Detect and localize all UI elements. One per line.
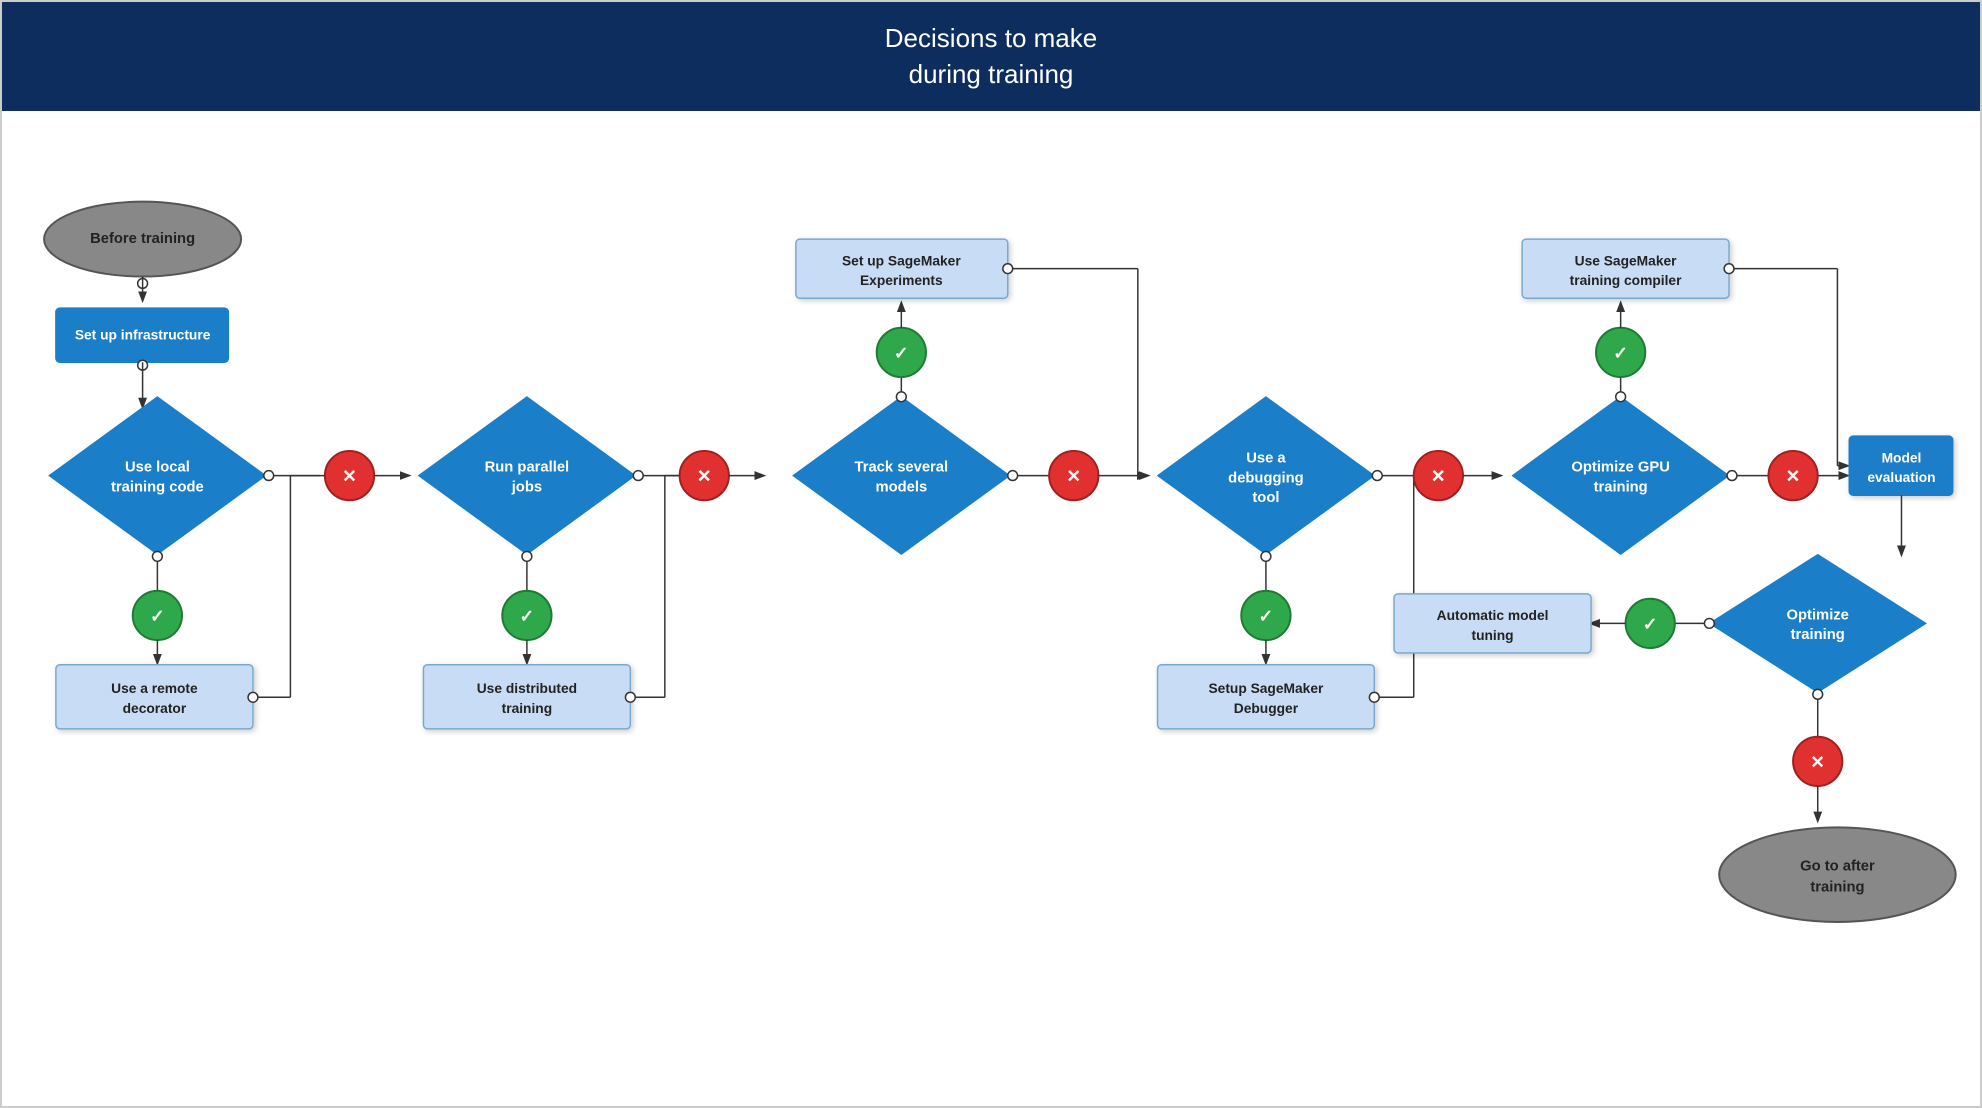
use-local-training-label: Use local [125, 459, 190, 475]
remote-decorator-box [56, 665, 253, 729]
svg-text:training: training [502, 701, 553, 716]
svg-text:tuning: tuning [1472, 628, 1514, 643]
svg-text:✕: ✕ [1786, 466, 1801, 486]
auto-model-tuning-box [1394, 594, 1591, 653]
svg-text:training: training [1791, 627, 1845, 643]
svg-text:models: models [875, 479, 927, 495]
svg-text:training: training [1810, 879, 1864, 895]
sagemaker-debugger-box [1158, 665, 1375, 729]
before-training-label: Before training [90, 231, 195, 247]
svg-text:jobs: jobs [511, 479, 542, 495]
svg-text:✕: ✕ [342, 466, 357, 486]
svg-text:Experiments: Experiments [860, 273, 943, 288]
svg-text:Use SageMaker: Use SageMaker [1575, 253, 1678, 268]
svg-text:training compiler: training compiler [1570, 273, 1682, 288]
use-local-training-label2: training code [111, 479, 204, 495]
svg-text:Optimize GPU: Optimize GPU [1571, 459, 1669, 475]
distributed-training-box [423, 665, 630, 729]
svg-text:training: training [1594, 479, 1648, 495]
svg-text:Go to after: Go to after [1800, 858, 1875, 874]
svg-text:decorator: decorator [123, 701, 187, 716]
svg-text:Use distributed: Use distributed [477, 681, 577, 696]
svg-text:✓: ✓ [1643, 614, 1658, 634]
svg-text:Automatic model: Automatic model [1437, 608, 1549, 623]
sagemaker-experiments-box [796, 239, 1008, 298]
sagemaker-compiler-box [1522, 239, 1729, 298]
svg-text:Optimize: Optimize [1787, 607, 1849, 623]
svg-text:Debugger: Debugger [1234, 701, 1299, 716]
svg-text:Model: Model [1882, 450, 1922, 465]
svg-text:✕: ✕ [697, 466, 712, 486]
svg-text:✓: ✓ [1258, 606, 1273, 626]
page-wrapper: Decisions to make during training Before… [0, 0, 1982, 1108]
svg-text:✓: ✓ [1613, 343, 1628, 363]
svg-text:Track several: Track several [855, 459, 949, 475]
remote-decorator-label: Use a remote [111, 681, 198, 696]
svg-text:evaluation: evaluation [1867, 470, 1935, 485]
setup-infra-label: Set up infrastructure [75, 327, 211, 342]
svg-text:✕: ✕ [1810, 752, 1825, 772]
diagram-area: Before training Set up infrastructure Us… [2, 111, 1980, 1106]
header-line1: Decisions to make [885, 23, 1097, 53]
svg-text:Setup SageMaker: Setup SageMaker [1208, 681, 1324, 696]
svg-text:Use a: Use a [1246, 451, 1286, 467]
header: Decisions to make during training [2, 2, 1980, 111]
svg-text:debugging: debugging [1228, 470, 1303, 486]
svg-text:✕: ✕ [1431, 466, 1446, 486]
svg-text:✓: ✓ [519, 606, 534, 626]
svg-text:Set up SageMaker: Set up SageMaker [842, 253, 961, 268]
svg-text:Run parallel: Run parallel [485, 459, 570, 475]
svg-text:✕: ✕ [1066, 466, 1081, 486]
svg-text:tool: tool [1252, 490, 1279, 506]
svg-text:✓: ✓ [894, 343, 909, 363]
svg-text:✓: ✓ [150, 606, 165, 626]
model-evaluation-box [1849, 436, 1952, 495]
header-line2: during training [909, 59, 1074, 89]
